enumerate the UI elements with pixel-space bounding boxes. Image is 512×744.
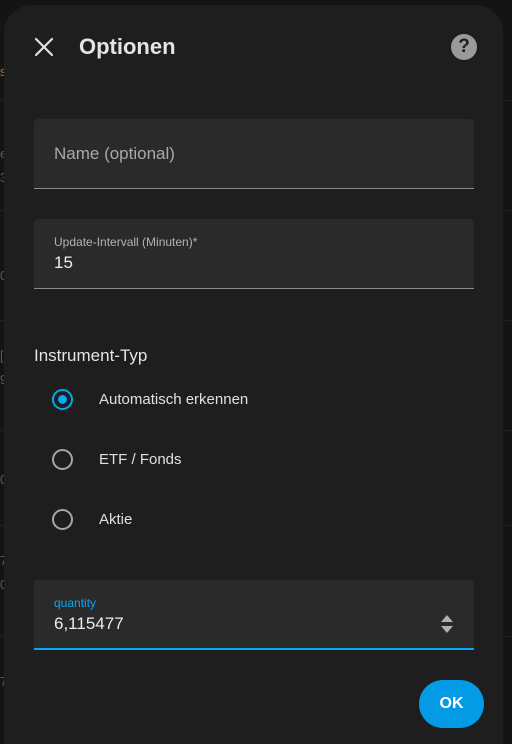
update-interval-value: 15 bbox=[54, 253, 73, 272]
radio-unchecked-icon bbox=[52, 449, 73, 470]
dialog-header: Optionen ? bbox=[4, 5, 503, 89]
update-interval-label: Update-Intervall (Minuten)* bbox=[54, 235, 198, 249]
ok-button-label: OK bbox=[439, 695, 464, 712]
name-field-placeholder: Name (optional) bbox=[54, 144, 175, 163]
close-button[interactable] bbox=[26, 29, 62, 65]
dialog-title: Optionen bbox=[79, 34, 176, 59]
instrument-type-title: Instrument-Typ bbox=[34, 346, 148, 365]
update-interval-field[interactable]: Update-Intervall (Minuten)* 15 bbox=[34, 219, 474, 289]
help-button[interactable]: ? bbox=[451, 34, 477, 60]
name-field[interactable]: Name (optional) bbox=[34, 119, 474, 189]
radio-option-aktie[interactable]: Aktie bbox=[48, 502, 348, 542]
radio-option-label: ETF / Fonds bbox=[99, 451, 182, 468]
quantity-label: quantity bbox=[54, 596, 97, 610]
help-circle-icon: ? bbox=[458, 36, 470, 57]
radio-option-label: Aktie bbox=[99, 511, 133, 528]
number-stepper-icon[interactable] bbox=[440, 613, 454, 635]
radio-option-label: Automatisch erkennen bbox=[99, 391, 249, 408]
radio-unchecked-icon bbox=[52, 509, 73, 530]
quantity-field[interactable]: quantity 6,115477 bbox=[34, 580, 474, 650]
radio-option-etf-fonds[interactable]: ETF / Fonds bbox=[48, 442, 348, 482]
radio-option-automatisch[interactable]: Automatisch erkennen bbox=[48, 382, 348, 422]
radio-checked-icon bbox=[52, 389, 73, 410]
close-icon bbox=[34, 37, 54, 57]
ok-button[interactable]: OK bbox=[419, 680, 484, 728]
quantity-value: 6,115477 bbox=[54, 614, 124, 633]
options-dialog: Optionen ? Name (optional) Update-Interv… bbox=[4, 5, 503, 744]
